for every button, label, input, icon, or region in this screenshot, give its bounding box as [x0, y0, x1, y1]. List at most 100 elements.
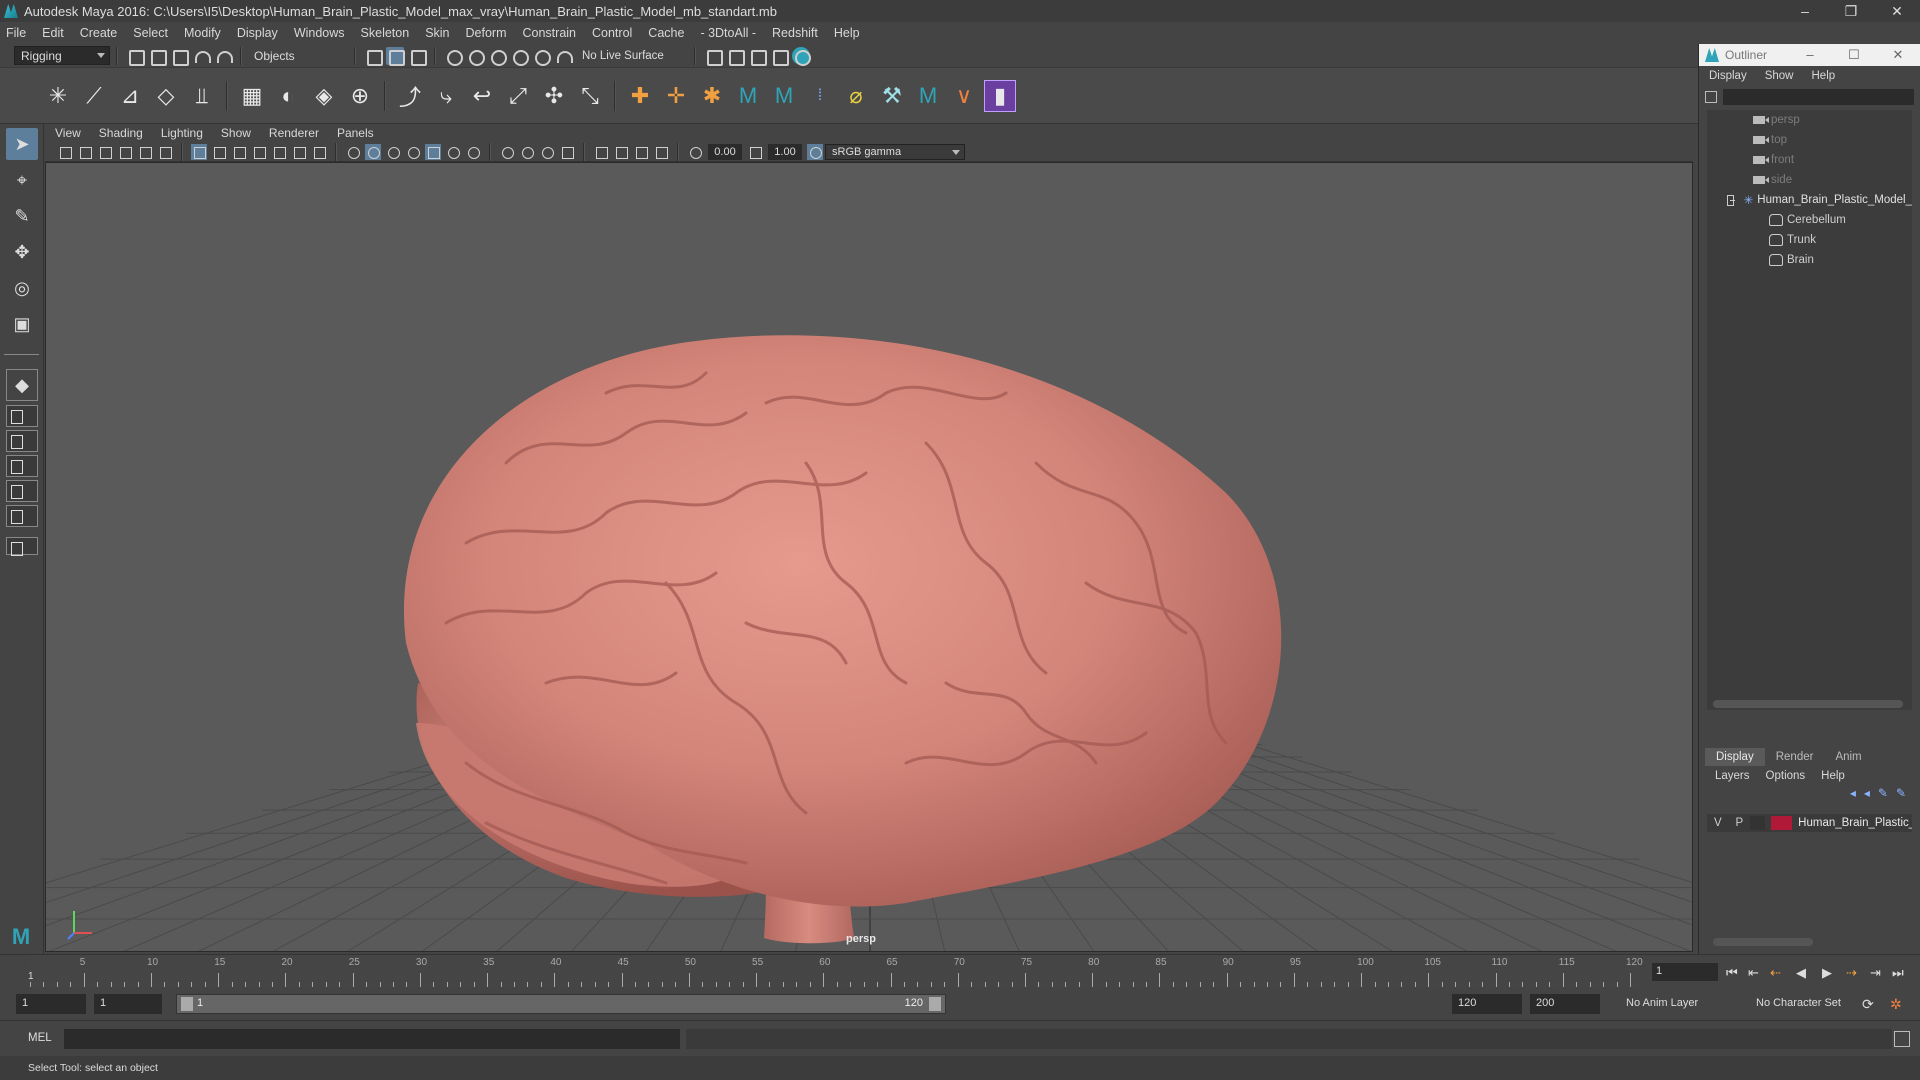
- connection-editor-icon[interactable]: ⚒: [876, 80, 908, 112]
- script-language-toggle[interactable]: MEL: [28, 1032, 52, 1044]
- menu-control[interactable]: Control: [592, 26, 632, 40]
- parent-constraint-icon[interactable]: M: [768, 80, 800, 112]
- menu-windows[interactable]: Windows: [294, 26, 345, 40]
- playback-end-field[interactable]: 120: [1452, 994, 1522, 1014]
- hypergraph-icon[interactable]: M: [912, 80, 944, 112]
- persp-graph-layout-icon[interactable]: [6, 455, 38, 477]
- viewport-menu-renderer[interactable]: Renderer: [269, 126, 319, 140]
- tree-item-root[interactable]: ✳ Human_Brain_Plastic_Model_: [1707, 190, 1912, 210]
- play-backwards-icon[interactable]: ◀: [1796, 965, 1806, 981]
- ambient-occlusion-icon[interactable]: [465, 144, 481, 160]
- snap-live-icon[interactable]: [532, 47, 551, 66]
- paint-weights-icon[interactable]: ◐: [272, 80, 304, 112]
- mirror-joint-icon[interactable]: ⊿: [114, 80, 146, 112]
- pole-vector-icon[interactable]: ⁞: [804, 80, 836, 112]
- field-chart-icon[interactable]: [271, 144, 287, 160]
- time-slider[interactable]: 1 5 10 15 20 25 30 35 40 45 50 55 60 65 70 75 80 85 90 95 1…: [0, 954, 1920, 989]
- wrap-deformer-icon[interactable]: ⊕: [344, 80, 376, 112]
- save-scene-icon[interactable]: [170, 47, 189, 66]
- layer-visibility-toggle[interactable]: V: [1707, 817, 1729, 829]
- go-to-end-icon[interactable]: ⏭: [1892, 965, 1904, 981]
- render-view-icon[interactable]: [704, 47, 723, 66]
- minimize-button[interactable]: –: [1782, 0, 1828, 22]
- outliner-search-input[interactable]: [1723, 89, 1914, 105]
- outliner-maximize-button[interactable]: ☐: [1832, 44, 1876, 66]
- gate-mask-icon[interactable]: [251, 144, 267, 160]
- exposure-field[interactable]: 0.00: [708, 143, 742, 160]
- gamma-icon[interactable]: [747, 144, 763, 160]
- step-forward-key-icon[interactable]: ⇥: [1870, 965, 1881, 981]
- layer-horizontal-scrollbar[interactable]: [1713, 938, 1813, 946]
- outliner-menu-show[interactable]: Show: [1765, 70, 1794, 82]
- move-layer-down-icon[interactable]: ◂: [1864, 786, 1870, 806]
- lasso-tool-icon[interactable]: ⌖: [6, 164, 38, 196]
- outliner-menu-display[interactable]: Display: [1709, 70, 1747, 82]
- create-joint-icon[interactable]: ✳: [42, 80, 74, 112]
- tree-item-front[interactable]: front: [1707, 150, 1912, 170]
- menu-edit[interactable]: Edit: [42, 26, 64, 40]
- close-button[interactable]: ✕: [1874, 0, 1920, 22]
- locator-icon[interactable]: ✚: [624, 80, 656, 112]
- isolate-select-icon[interactable]: [559, 144, 575, 160]
- step-back-key-icon[interactable]: ⇤: [1748, 965, 1759, 981]
- playback-start-field[interactable]: 1: [94, 994, 162, 1014]
- layer-menu-layers[interactable]: Layers: [1715, 770, 1750, 782]
- tree-item-persp[interactable]: persp: [1707, 110, 1912, 130]
- step-back-frame-icon[interactable]: ⇠: [1770, 965, 1781, 981]
- orient-joint-icon[interactable]: ◇: [150, 80, 182, 112]
- wireframe-on-shaded-icon[interactable]: [385, 144, 401, 160]
- outliner-close-button[interactable]: ✕: [1876, 44, 1920, 66]
- grid-toggle-icon[interactable]: [191, 143, 207, 160]
- menu-set-dropdown[interactable]: Rigging: [14, 46, 110, 65]
- hypershade-icon[interactable]: [791, 46, 811, 66]
- safe-action-icon[interactable]: [291, 144, 307, 160]
- paint-select-icon[interactable]: ✎: [6, 200, 38, 232]
- cluster-icon[interactable]: ⤴: [394, 80, 426, 112]
- bookmark-icon[interactable]: [97, 144, 113, 160]
- new-layer-selected-icon[interactable]: ✎: [1896, 786, 1906, 806]
- smooth-shade-icon[interactable]: [365, 143, 381, 160]
- command-input[interactable]: [64, 1029, 680, 1049]
- menu-constrain[interactable]: Constrain: [523, 26, 577, 40]
- animation-start-field[interactable]: 1: [16, 994, 86, 1014]
- tab-anim[interactable]: Anim: [1824, 748, 1872, 766]
- move-layer-up-icon[interactable]: ◂: [1850, 786, 1856, 806]
- camera-select-icon[interactable]: [57, 144, 73, 160]
- camera-attributes-icon[interactable]: [77, 144, 93, 160]
- select-by-hierarchy-icon[interactable]: [364, 47, 383, 66]
- resolution-gate-icon[interactable]: [231, 144, 247, 160]
- undo-icon[interactable]: [192, 47, 211, 65]
- move-tool-icon[interactable]: ✥: [6, 236, 38, 268]
- menu-select[interactable]: Select: [133, 26, 168, 40]
- sculpt-icon[interactable]: ✣: [538, 80, 570, 112]
- textured-icon[interactable]: [405, 144, 421, 160]
- layer-name[interactable]: Human_Brain_Plastic_M: [1798, 817, 1912, 829]
- viewport-menu-shading[interactable]: Shading: [99, 126, 143, 140]
- set-driven-key-icon[interactable]: ⌀: [840, 80, 872, 112]
- perspective-viewport[interactable]: persp: [45, 162, 1693, 952]
- collapse-icon[interactable]: [1727, 194, 1735, 206]
- snap-point-icon[interactable]: [488, 47, 507, 66]
- brain-model[interactable]: [46, 163, 1693, 952]
- xray-active-icon[interactable]: [613, 144, 629, 160]
- anim-layer-dropdown[interactable]: No Anim Layer: [1620, 994, 1750, 1014]
- new-empty-layer-icon[interactable]: ✎: [1878, 786, 1888, 806]
- soft-mod-icon[interactable]: ⤡: [574, 80, 606, 112]
- menu-modify[interactable]: Modify: [184, 26, 221, 40]
- lattice-icon[interactable]: ◈: [308, 80, 340, 112]
- script-editor-icon[interactable]: [1894, 1031, 1910, 1047]
- viewport-menu-lighting[interactable]: Lighting: [161, 126, 203, 140]
- play-forwards-icon[interactable]: ▶: [1822, 965, 1832, 981]
- ipr-render-icon[interactable]: [748, 47, 767, 66]
- open-scene-icon[interactable]: [148, 47, 167, 66]
- wireframe-icon[interactable]: [345, 144, 361, 160]
- menu-redshift[interactable]: Redshift: [772, 26, 818, 40]
- depth-of-field-icon[interactable]: [539, 144, 555, 160]
- tree-item-top[interactable]: top: [1707, 130, 1912, 150]
- selection-mode-dropdown[interactable]: Objects: [248, 46, 348, 65]
- shader-ball-icon[interactable]: ▮: [984, 79, 1016, 112]
- layer-menu-help[interactable]: Help: [1821, 770, 1845, 782]
- layout-dropdown-icon[interactable]: [6, 537, 38, 556]
- animation-preferences-icon[interactable]: ✲: [1890, 996, 1902, 1013]
- use-all-lights-icon[interactable]: [425, 143, 441, 160]
